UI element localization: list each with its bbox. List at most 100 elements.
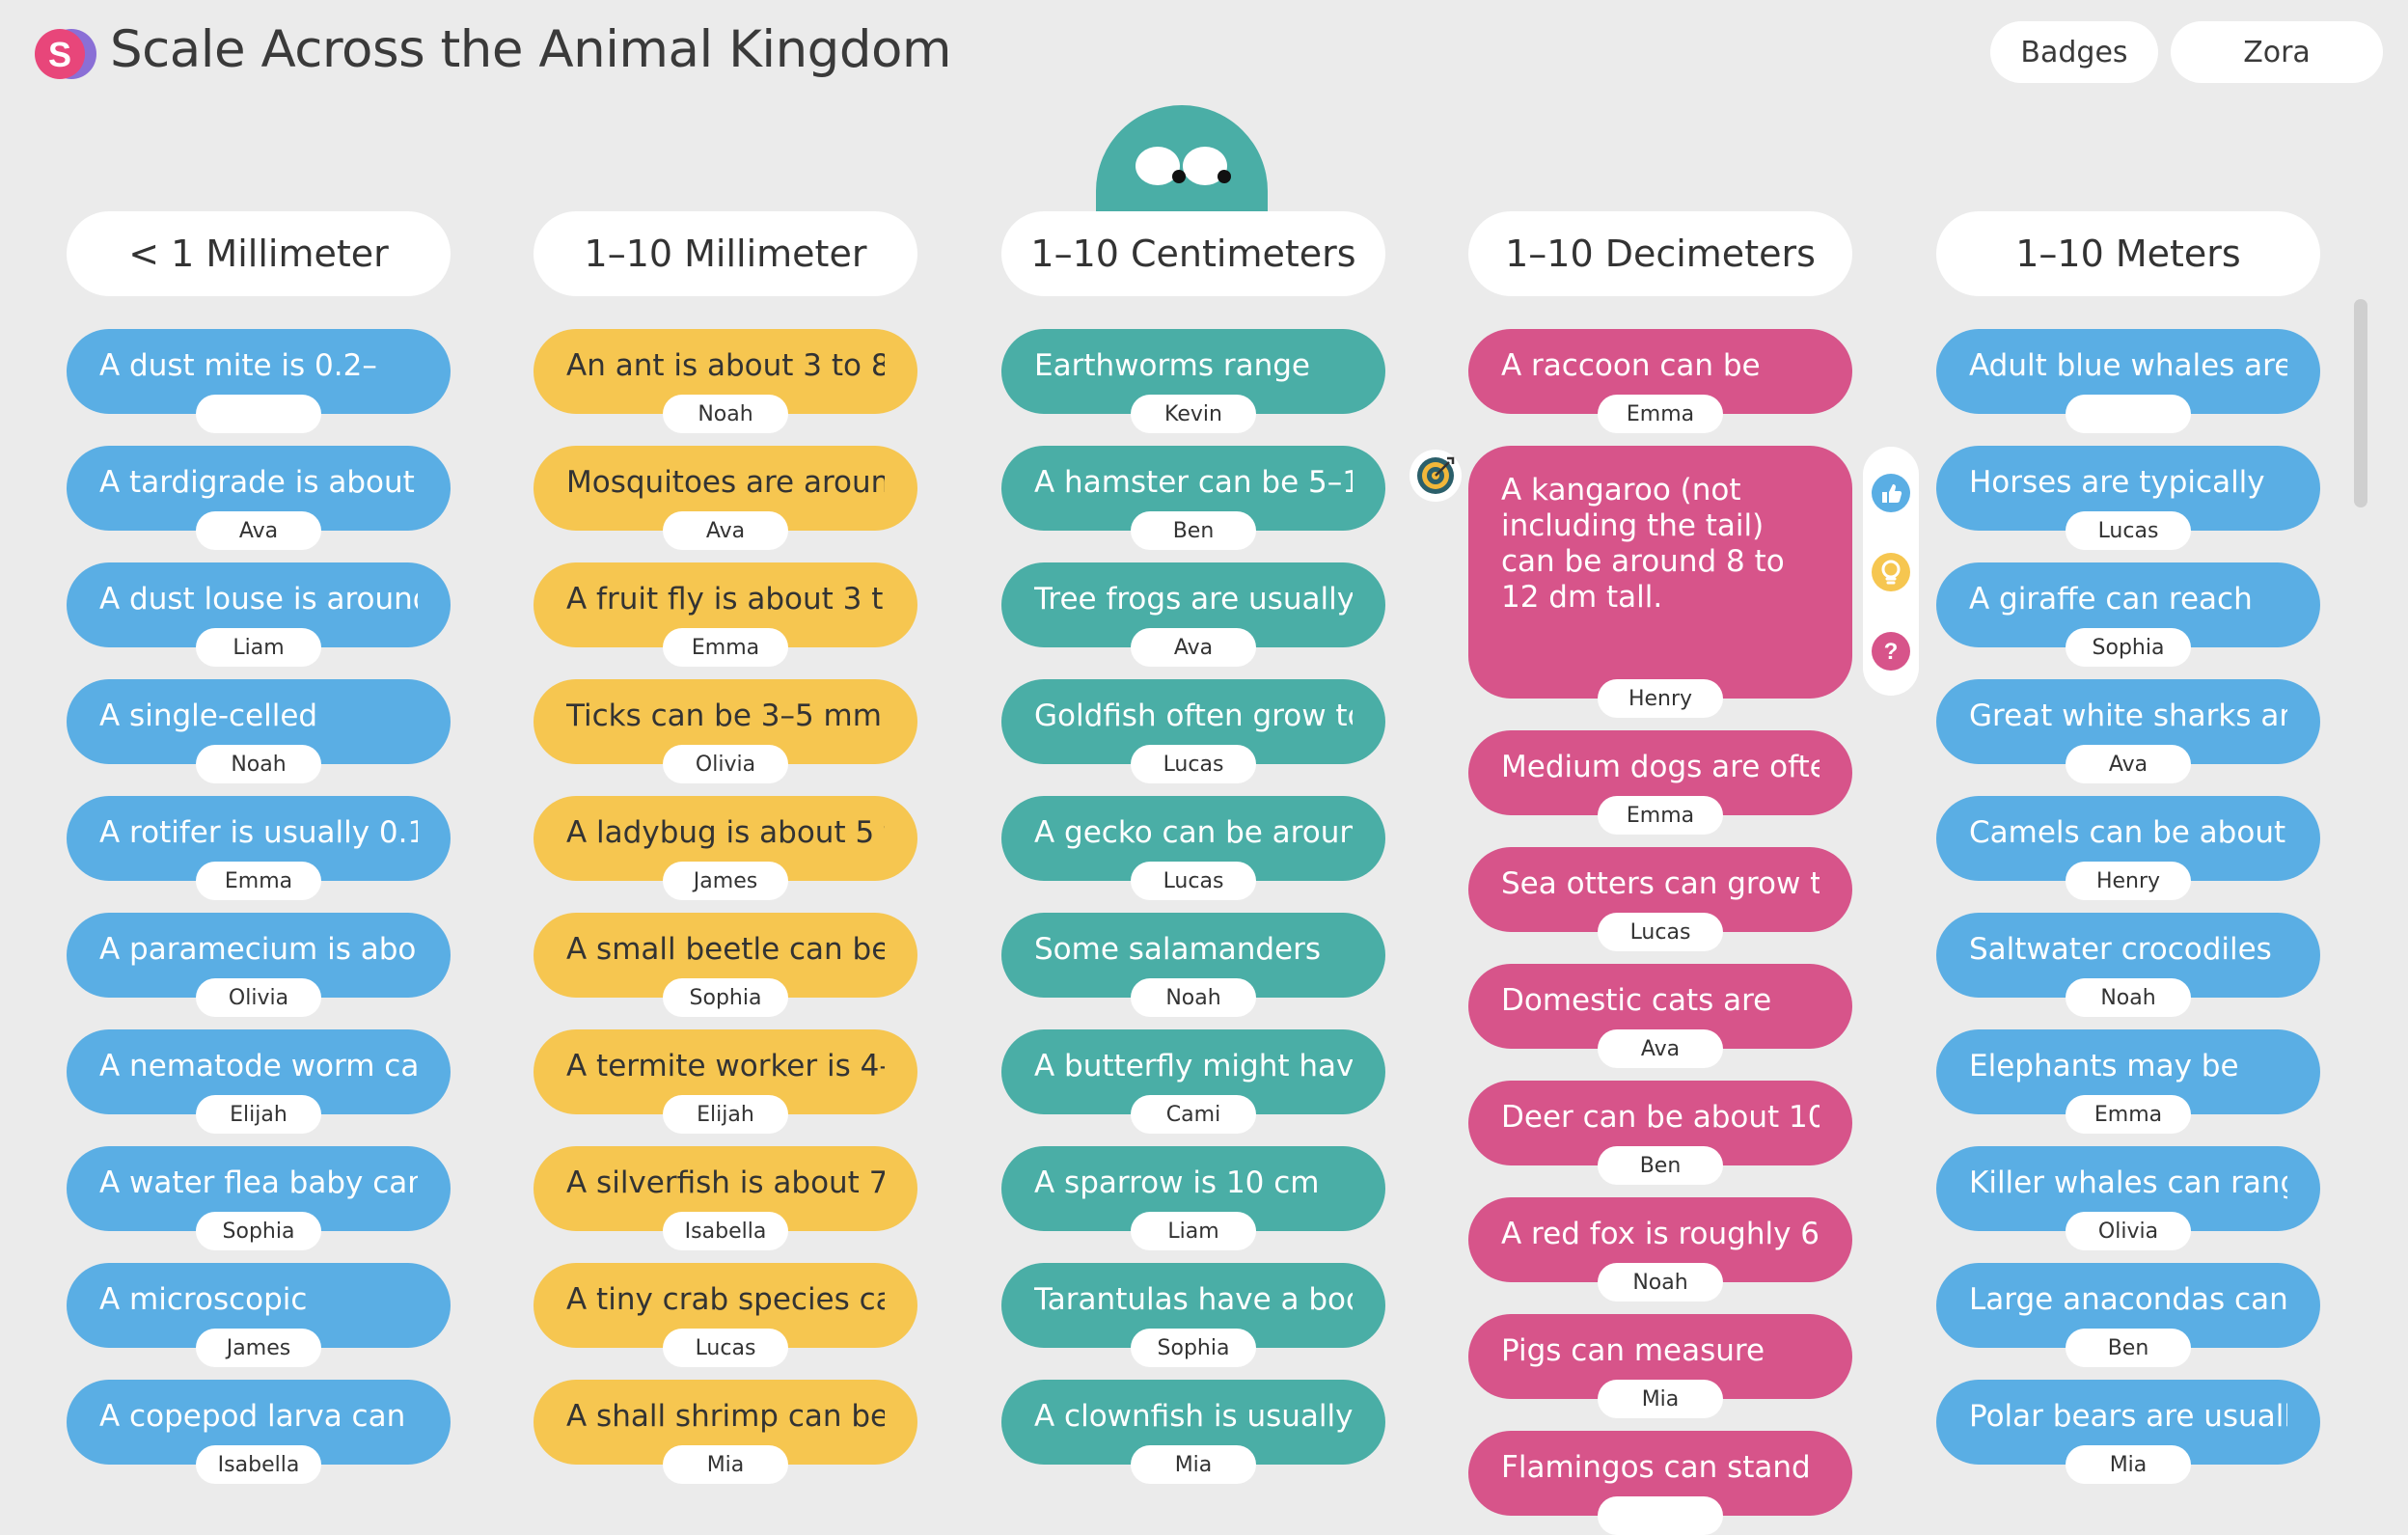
post-card[interactable]: A tiny crab species can Lucas — [534, 1263, 917, 1367]
post-card[interactable]: A water flea baby can Sophia — [67, 1146, 451, 1250]
author-badge: Liam — [1131, 1212, 1256, 1250]
post-text: Sea otters can grow to — [1501, 866, 1820, 901]
post-card[interactable]: Polar bears are usually Mia — [1936, 1380, 2320, 1484]
column-header[interactable]: < 1 Millimeter — [67, 211, 451, 296]
post-text: Killer whales can range — [1969, 1165, 2287, 1200]
author-badge: Lucas — [2066, 511, 2191, 550]
author-badge: Elijah — [196, 1095, 321, 1134]
post-card[interactable]: Tarantulas have a body Sophia — [1001, 1263, 1385, 1367]
post-card[interactable]: A giraffe can reach Sophia — [1936, 562, 2320, 667]
post-card[interactable]: Elephants may be Emma — [1936, 1029, 2320, 1134]
post-text: A gecko can be around — [1034, 815, 1353, 850]
post-card[interactable]: A copepod larva can Isabella — [67, 1380, 451, 1484]
post-card[interactable]: Killer whales can range Olivia — [1936, 1146, 2320, 1250]
post-card[interactable]: Medium dogs are often Emma — [1468, 730, 1852, 835]
post-card[interactable]: A termite worker is 4– Elijah — [534, 1029, 917, 1134]
badges-button[interactable]: Badges — [1990, 21, 2158, 83]
author-badge: Lucas — [1131, 745, 1256, 783]
author-badge: Olivia — [2066, 1212, 2191, 1250]
post-card[interactable]: Some salamanders Noah — [1001, 913, 1385, 1017]
post-card[interactable]: A rotifer is usually 0.1 Emma — [67, 796, 451, 900]
author-badge: Emma — [1598, 796, 1723, 835]
post-text: Deer can be about 10 — [1501, 1100, 1820, 1135]
column-header[interactable]: 1–10 Decimeters — [1468, 211, 1852, 296]
post-card[interactable]: Large anacondas can Ben — [1936, 1263, 2320, 1367]
author-badge: Elijah — [663, 1095, 788, 1134]
post-card[interactable]: Camels can be about 3 Henry — [1936, 796, 2320, 900]
post-card[interactable]: A single-celled Noah — [67, 679, 451, 783]
author-badge: Sophia — [196, 1212, 321, 1250]
author-badge: Mia — [663, 1445, 788, 1484]
post-card[interactable]: A microscopic James — [67, 1263, 451, 1367]
post-card[interactable]: A fruit fly is about 3 to Emma — [534, 562, 917, 667]
author-badge: Ben — [1131, 511, 1256, 550]
author-badge: Henry — [2066, 862, 2191, 900]
post-text: Tarantulas have a body — [1034, 1282, 1353, 1317]
question-icon[interactable]: ? — [1872, 632, 1910, 671]
column-header[interactable]: 1–10 Millimeter — [534, 211, 917, 296]
author-badge: Emma — [1598, 395, 1723, 433]
author-badge — [1598, 1496, 1723, 1535]
post-card[interactable]: Domestic cats are Ava — [1468, 964, 1852, 1068]
post-text: Pigs can measure — [1501, 1333, 1765, 1368]
post-text: Large anacondas can — [1969, 1282, 2287, 1317]
post-card[interactable]: Pigs can measure Mia — [1468, 1314, 1852, 1418]
scrollbar[interactable] — [2354, 299, 2367, 507]
author-badge: Mia — [1598, 1380, 1723, 1418]
post-card[interactable]: Adult blue whales are — [1936, 329, 2320, 433]
post-card[interactable]: Deer can be about 10 Ben — [1468, 1081, 1852, 1185]
post-text: A water flea baby can — [99, 1165, 418, 1200]
post-card[interactable]: Earthworms range Kevin — [1001, 329, 1385, 433]
post-card[interactable]: A nematode worm can Elijah — [67, 1029, 451, 1134]
thumbs-up-icon[interactable] — [1872, 474, 1910, 512]
post-card[interactable]: Flamingos can stand — [1468, 1431, 1852, 1535]
post-text: A shall shrimp can be — [566, 1399, 885, 1434]
post-card[interactable]: A tardigrade is about Ava — [67, 446, 451, 550]
post-card[interactable]: Sea otters can grow to Lucas — [1468, 847, 1852, 951]
post-card[interactable]: A paramecium is about Olivia — [67, 913, 451, 1017]
post-card[interactable]: A silverfish is about 7 Isabella — [534, 1146, 917, 1250]
author-badge: Olivia — [196, 978, 321, 1017]
author-badge: Isabella — [663, 1212, 788, 1250]
post-text: A single-celled — [99, 699, 318, 733]
author-badge — [2066, 395, 2191, 433]
author-badge: Emma — [196, 862, 321, 900]
post-card[interactable]: Great white sharks are Ava — [1936, 679, 2320, 783]
post-card[interactable]: A ladybug is about 5 to James — [534, 796, 917, 900]
post-card[interactable]: A dust louse is around Liam — [67, 562, 451, 667]
post-text: Tree frogs are usually — [1034, 582, 1353, 617]
post-text: A tiny crab species can — [566, 1282, 885, 1317]
post-card[interactable]: A dust mite is 0.2– — [67, 329, 451, 433]
author-badge: Lucas — [663, 1329, 788, 1367]
post-card[interactable]: A sparrow is 10 cm Liam — [1001, 1146, 1385, 1250]
lightbulb-icon[interactable] — [1872, 553, 1910, 591]
post-card[interactable]: Ticks can be 3–5 mm Olivia — [534, 679, 917, 783]
post-card[interactable]: A raccoon can be Emma — [1468, 329, 1852, 433]
post-card[interactable]: A red fox is roughly 6 Noah — [1468, 1197, 1852, 1302]
target-icon[interactable] — [1409, 449, 1463, 503]
post-text: Adult blue whales are — [1969, 348, 2287, 383]
post-card[interactable]: A kangaroo (not including the tail) can … — [1468, 446, 1852, 718]
column-header[interactable]: 1–10 Meters — [1936, 211, 2320, 296]
post-card[interactable]: Tree frogs are usually Ava — [1001, 562, 1385, 667]
post-text: Mosquitoes are around — [566, 465, 885, 500]
column-header[interactable]: 1–10 Centimeters — [1001, 211, 1385, 296]
post-card[interactable]: A butterfly might have Cami — [1001, 1029, 1385, 1134]
post-card[interactable]: Saltwater crocodiles Noah — [1936, 913, 2320, 1017]
post-card[interactable]: A gecko can be around Lucas — [1001, 796, 1385, 900]
post-card[interactable]: A clownfish is usually 6 Mia — [1001, 1380, 1385, 1484]
page-title: Scale Across the Animal Kingdom — [110, 20, 952, 79]
post-card[interactable]: Horses are typically Lucas — [1936, 446, 2320, 550]
post-card[interactable]: A small beetle can be Sophia — [534, 913, 917, 1017]
author-badge: Emma — [2066, 1095, 2191, 1134]
author-badge: Lucas — [1131, 862, 1256, 900]
post-card[interactable]: Mosquitoes are around Ava — [534, 446, 917, 550]
author-badge: Ava — [2066, 745, 2191, 783]
post-card[interactable]: Goldfish often grow to Lucas — [1001, 679, 1385, 783]
post-card[interactable]: An ant is about 3 to 8 Noah — [534, 329, 917, 433]
post-text: A dust mite is 0.2– — [99, 348, 377, 383]
post-card[interactable]: A hamster can be 5–10 Ben — [1001, 446, 1385, 550]
user-menu-button[interactable]: Zora — [2171, 21, 2383, 83]
post-card[interactable]: A shall shrimp can be Mia — [534, 1380, 917, 1484]
author-badge: Liam — [196, 628, 321, 667]
